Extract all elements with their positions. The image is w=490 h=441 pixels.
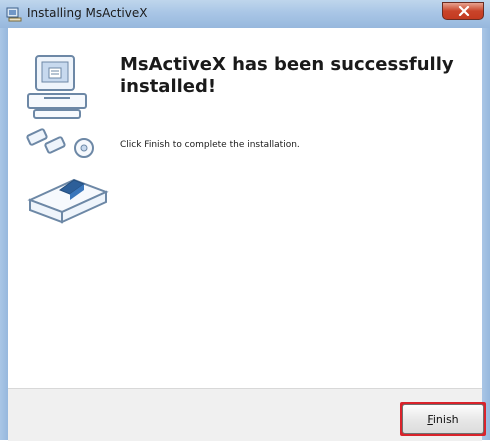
computer-install-graphic <box>10 46 120 236</box>
window-title: Installing MsActiveX <box>27 6 148 20</box>
setup-icon <box>6 6 22 22</box>
installer-window: Installing MsActiveX MsActiveX has been … <box>0 0 490 441</box>
finish-button-label: Finish <box>427 413 458 426</box>
finish-button-text-rest: inish <box>432 412 459 426</box>
button-bar: Finish <box>8 388 486 441</box>
finish-button[interactable]: Finish <box>402 404 484 434</box>
window-frame-left <box>0 28 8 440</box>
page-title: MsActiveX has been successfully installe… <box>120 54 454 97</box>
window-frame-right <box>482 28 490 440</box>
close-icon <box>458 6 470 16</box>
close-button[interactable] <box>442 2 484 20</box>
title-bar[interactable]: Installing MsActiveX <box>0 0 490 29</box>
content-panel: MsActiveX has been successfully installe… <box>8 28 482 388</box>
instruction-text: Click Finish to complete the installatio… <box>120 140 300 150</box>
